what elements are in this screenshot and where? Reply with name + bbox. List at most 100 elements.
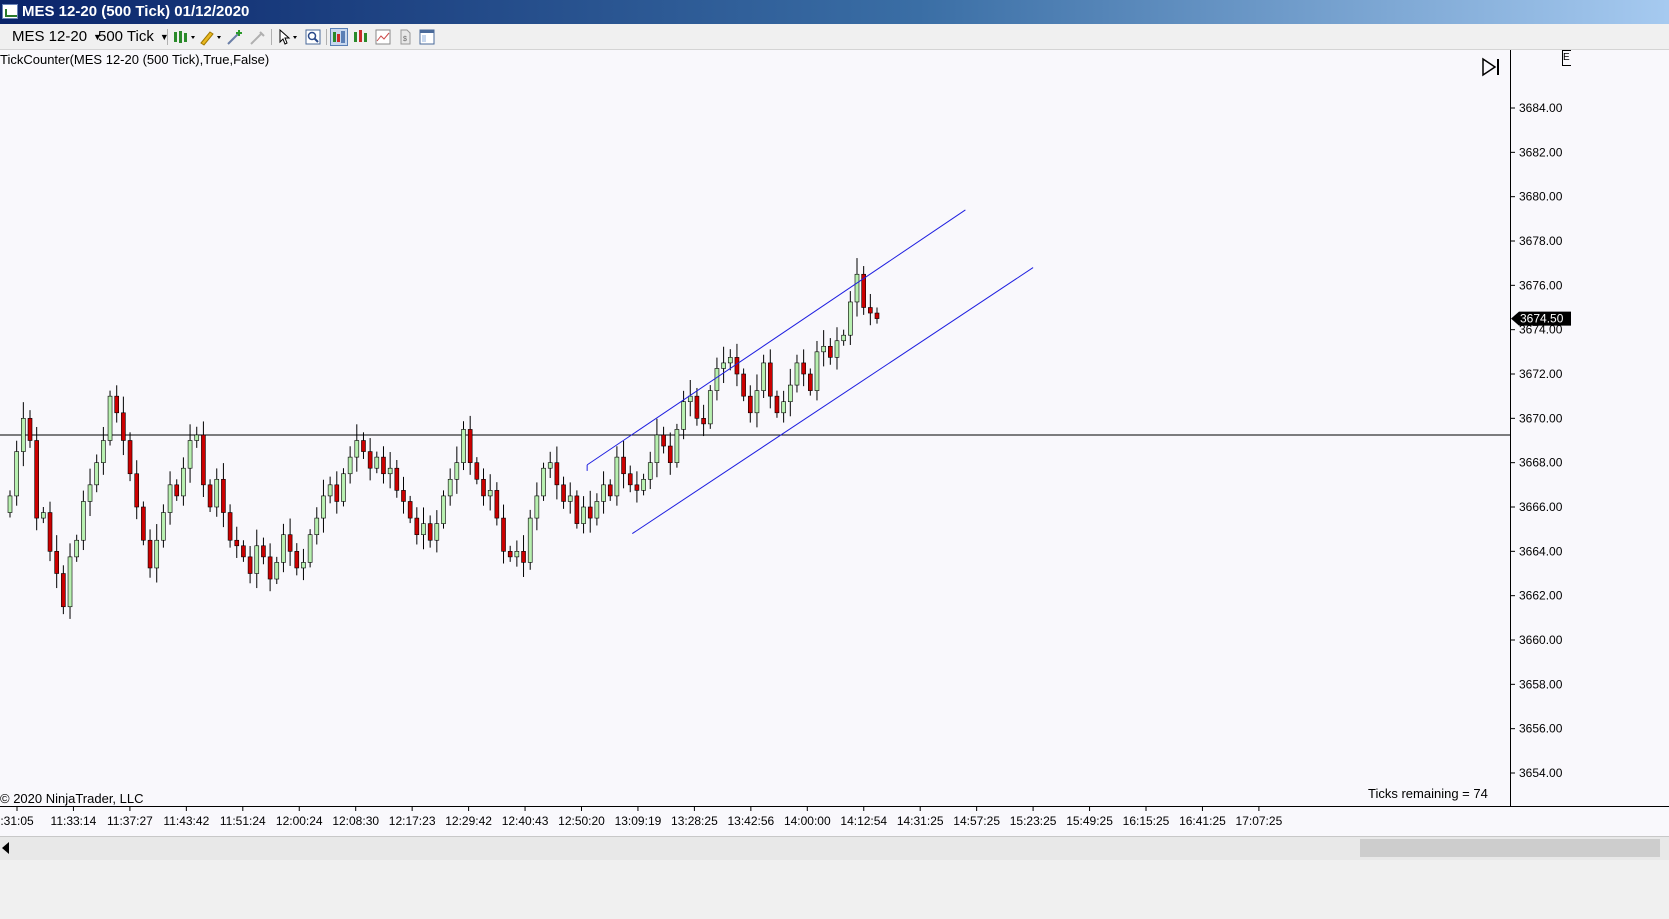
candle-down xyxy=(554,462,560,486)
candle-up xyxy=(814,351,820,391)
candle-up xyxy=(707,390,713,425)
x-tick-label: 12:50:20 xyxy=(558,814,605,828)
x-tick-label: 12:00:24 xyxy=(276,814,323,828)
candle-down xyxy=(407,501,413,519)
candle-up xyxy=(187,440,193,469)
candle-up xyxy=(107,395,113,441)
strategy-button[interactable] xyxy=(249,28,267,46)
candle-up xyxy=(21,418,26,452)
time-axis-labels: :31:05 11:33:14 11:37:27 11:43:42 11:51:24 12… xyxy=(0,807,1283,828)
x-tick-label: 16:41:25 xyxy=(1179,814,1226,828)
play-end-icon xyxy=(1482,57,1499,77)
x-tick-label: 13:42:56 xyxy=(727,814,774,828)
x-tick-label: 11:37:27 xyxy=(107,814,153,828)
candle-down xyxy=(501,517,506,552)
data-box-button[interactable] xyxy=(352,28,370,46)
candle-up xyxy=(534,495,540,519)
candle-down xyxy=(414,517,420,536)
y-tick-label: 3684.00 xyxy=(1519,101,1563,115)
x-tick-label: 12:17:23 xyxy=(389,814,436,828)
price-chart[interactable] xyxy=(0,50,1510,806)
chart-trader-button[interactable] xyxy=(330,28,348,46)
candle-up xyxy=(641,478,646,491)
interval-label: 500 Tick xyxy=(98,28,154,45)
y-tick-label: 3670.00 xyxy=(1519,411,1563,425)
y-tick-label: 3676.00 xyxy=(1519,278,1563,292)
candle-down xyxy=(141,506,146,541)
y-tick-label: 3656.00 xyxy=(1519,722,1563,736)
candle-up xyxy=(654,434,660,463)
candle-down xyxy=(627,473,633,486)
y-tick-label: 3668.00 xyxy=(1519,456,1563,470)
data-series-icon xyxy=(354,30,367,42)
horizontal-scrollbar[interactable] xyxy=(0,836,1669,860)
candle-down xyxy=(127,440,133,475)
candle-down xyxy=(767,362,773,397)
scroll-to-end-button[interactable] xyxy=(1480,57,1502,77)
candle-up xyxy=(681,401,686,430)
scroll-left-arrow-icon[interactable] xyxy=(2,842,9,854)
candle-down xyxy=(774,395,780,414)
candle-up xyxy=(314,517,320,536)
candle-up xyxy=(601,484,606,502)
app-icon xyxy=(2,4,18,19)
y-tick-label: 3660.00 xyxy=(1519,633,1563,647)
candle-down xyxy=(227,512,233,541)
candle-up xyxy=(647,462,653,480)
candle-up xyxy=(41,512,46,519)
price-axis-labels: 3684.00 3682.00 3680.00 3678.00 3676.00 3674.… xyxy=(1511,101,1571,780)
candle-down xyxy=(747,395,753,414)
x-tick-label: 14:57:25 xyxy=(953,814,1000,828)
candle-up xyxy=(761,362,766,391)
y-tick-label: 3664.00 xyxy=(1519,544,1563,558)
candle-up xyxy=(754,390,760,414)
candle-down xyxy=(828,345,833,358)
instrument-label: MES 12-20 xyxy=(12,28,88,45)
candle-up xyxy=(301,562,306,569)
candle-down xyxy=(201,434,206,486)
candle-down xyxy=(561,484,566,502)
candle-up xyxy=(461,429,466,463)
chart-style-button[interactable] xyxy=(172,28,196,46)
last-price-label: 3674.50 xyxy=(1520,312,1564,326)
price-axis[interactable]: 3684.00 3682.00 3680.00 3678.00 3676.00 3674.… xyxy=(1510,50,1669,806)
windows-button[interactable] xyxy=(418,28,436,46)
candle-down xyxy=(808,373,813,391)
x-tick-label: 11:33:14 xyxy=(51,814,97,828)
x-tick-label: 12:40:43 xyxy=(502,814,549,828)
chart-trader-icon xyxy=(333,31,345,43)
magic-wand-icon xyxy=(227,30,242,45)
ticks-remaining-text: Ticks remaining = 74 xyxy=(1368,786,1488,801)
instrument-selector[interactable]: MES 12-20 ▼ xyxy=(8,27,102,47)
add-indicator-button[interactable] xyxy=(226,28,244,46)
candle-up xyxy=(787,384,793,403)
candle-up xyxy=(441,495,446,524)
y-tick-label: 3654.00 xyxy=(1519,766,1563,780)
candle-down xyxy=(801,362,806,375)
drawing-tools-button[interactable] xyxy=(198,28,222,46)
scrollbar-thumb[interactable] xyxy=(1360,839,1660,857)
candle-up xyxy=(841,334,846,342)
chart-panel[interactable] xyxy=(0,50,1510,806)
zoom-button[interactable] xyxy=(304,28,322,46)
interval-selector[interactable]: 500 Tick ▼ xyxy=(94,27,169,47)
x-tick-label: 11:51:24 xyxy=(220,814,266,828)
svg-text:$: $ xyxy=(403,36,407,43)
candle-up xyxy=(721,362,726,369)
candle-up xyxy=(581,506,586,524)
y-tick-label: 3666.00 xyxy=(1519,500,1563,514)
candle-up xyxy=(854,273,860,303)
candle-down xyxy=(234,539,240,547)
candle-up xyxy=(254,545,260,574)
pencil-icon xyxy=(200,31,221,46)
templates-button[interactable]: $ xyxy=(396,28,414,46)
cursor-mode-button[interactable] xyxy=(276,28,300,46)
x-tick-label: 16:15:25 xyxy=(1123,814,1170,828)
x-tick-label: 14:31:25 xyxy=(897,814,944,828)
x-tick-label: 13:09:19 xyxy=(615,814,662,828)
time-axis[interactable]: :31:05 11:33:14 11:37:27 11:43:42 11:51:24 12… xyxy=(0,806,1669,836)
trend-channel-upper-line[interactable] xyxy=(586,209,966,466)
candle-down xyxy=(47,512,53,552)
properties-button[interactable] xyxy=(374,28,392,46)
candle-up xyxy=(87,484,93,502)
